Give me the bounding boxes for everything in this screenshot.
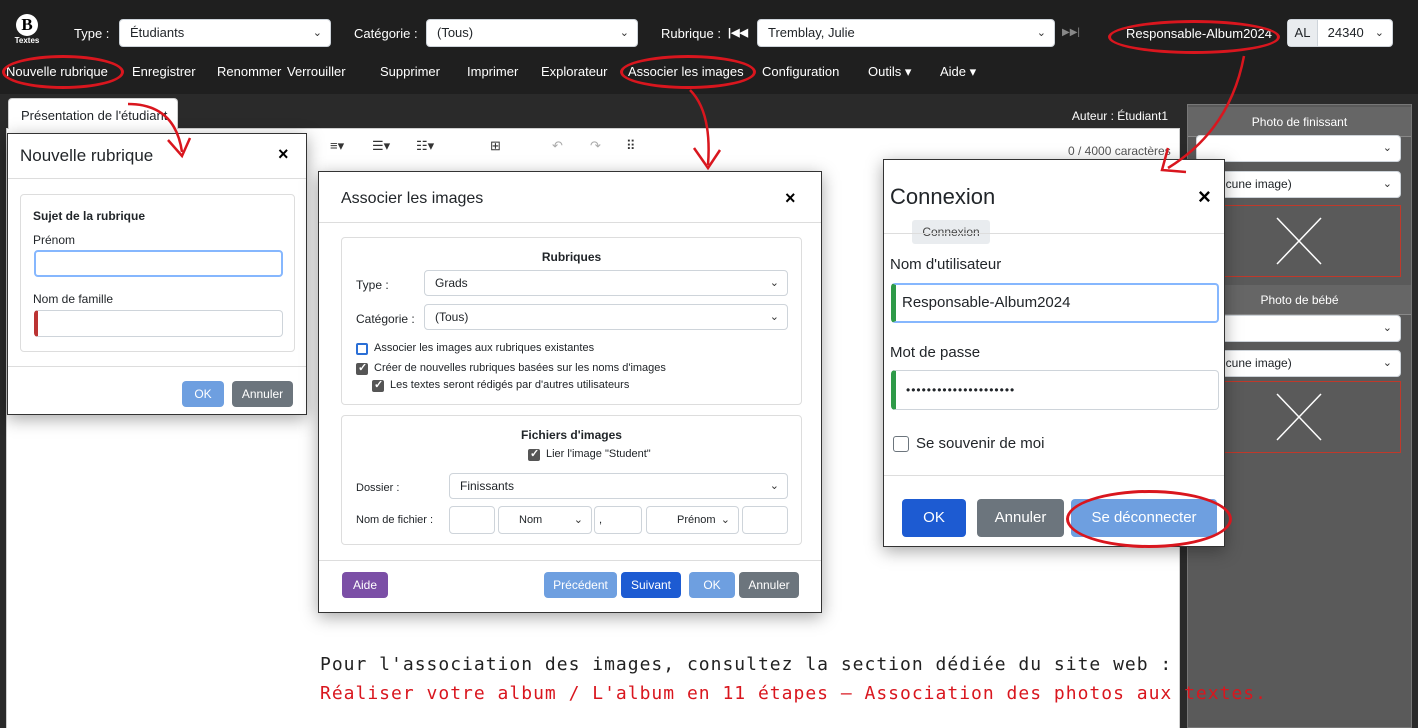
annotation-arrows bbox=[127, 55, 1246, 174]
note-line-2[interactable]: Réaliser votre album / L'album en 11 éta… bbox=[320, 683, 1267, 704]
note-line-1: Pour l'association des images, consultez… bbox=[320, 654, 1173, 675]
